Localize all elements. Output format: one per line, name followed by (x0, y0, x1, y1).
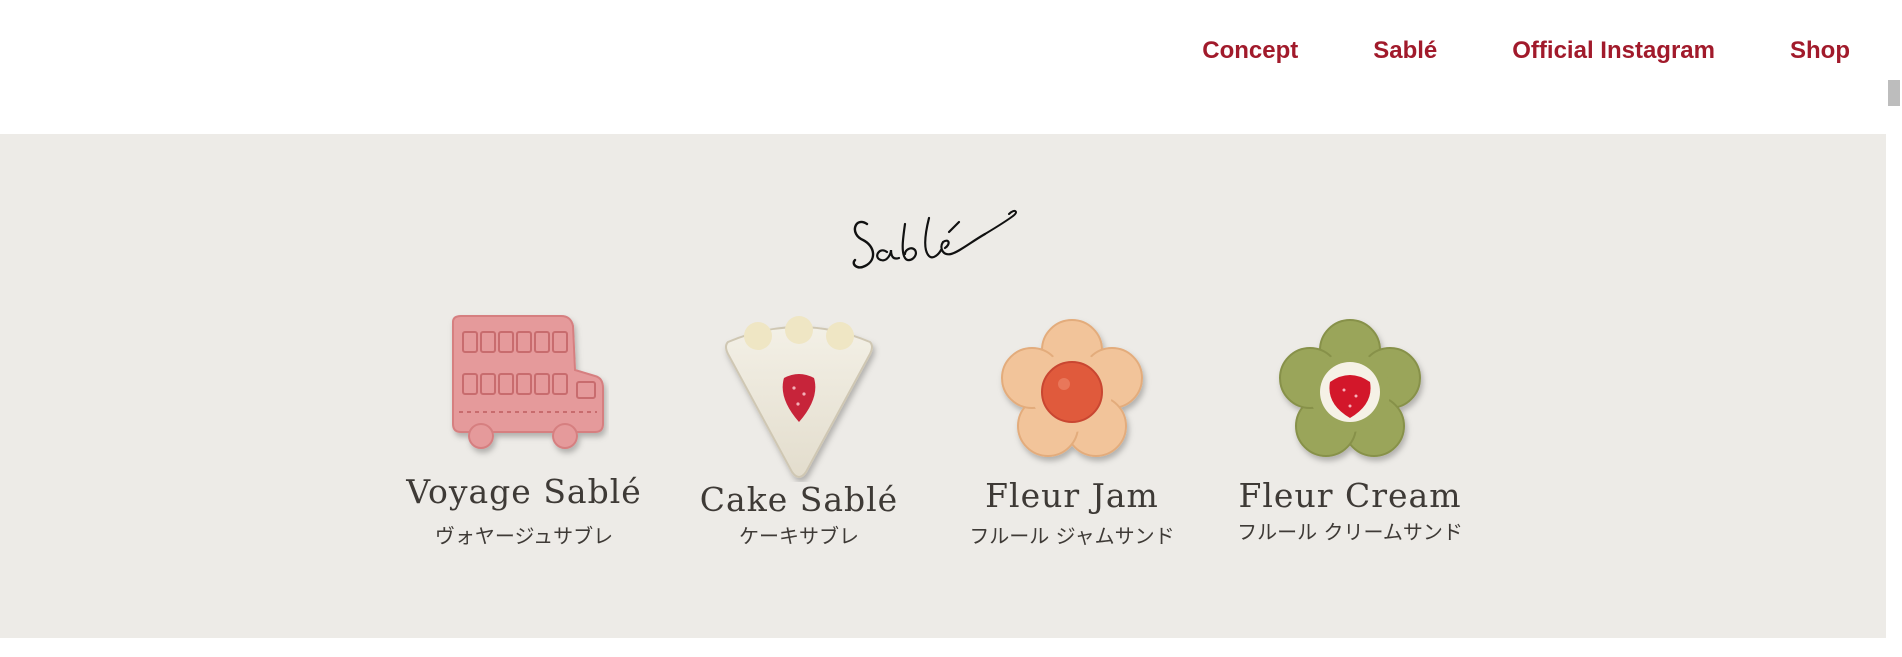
scrollbar-thumb[interactable] (1888, 80, 1900, 106)
fleur-cream-icon (1270, 312, 1430, 472)
product-name-japanese: フルール クリームサンド (1237, 520, 1463, 544)
bus-sable-icon (439, 312, 609, 462)
product-name: Fleur Cream (1238, 476, 1462, 515)
product-fleur-cream[interactable]: Fleur Cream フルール クリームサンド (1215, 312, 1485, 544)
nav-sable-link[interactable]: Sablé (1373, 36, 1437, 66)
product-name-japanese: ヴォヤージュサブレ (434, 524, 614, 548)
page: Concept Sablé Official Instagram Shop Vo… (0, 0, 1902, 657)
main-nav: Concept Sablé Official Instagram Shop (1202, 36, 1850, 66)
page-scrollbar[interactable] (1886, 0, 1902, 657)
sable-section: Voyage Sablé ヴォヤージュサブレ Cake Sablé ケーキサブレ… (0, 134, 1886, 638)
nav-concept-link[interactable]: Concept (1202, 36, 1298, 66)
product-cake-sable[interactable]: Cake Sablé ケーキサブレ (679, 312, 919, 548)
nav-instagram-link[interactable]: Official Instagram (1512, 36, 1715, 66)
product-name: Fleur Jam (985, 476, 1159, 515)
product-voyage-sable[interactable]: Voyage Sablé ヴォヤージュサブレ (404, 312, 644, 548)
product-list: Voyage Sablé ヴォヤージュサブレ Cake Sablé ケーキサブレ… (0, 134, 1886, 638)
product-name: Voyage Sablé (406, 472, 642, 511)
site-header: Concept Sablé Official Instagram Shop (0, 0, 1886, 134)
fleur-jam-icon (992, 312, 1152, 472)
nav-shop-link[interactable]: Shop (1790, 36, 1850, 66)
product-fleur-jam[interactable]: Fleur Jam フルール ジャムサンド (952, 312, 1192, 548)
product-name: Cake Sablé (699, 480, 899, 519)
cake-sable-icon (714, 312, 884, 482)
product-name-japanese: フルール ジャムサンド (969, 524, 1175, 548)
product-name-japanese: ケーキサブレ (739, 524, 859, 548)
